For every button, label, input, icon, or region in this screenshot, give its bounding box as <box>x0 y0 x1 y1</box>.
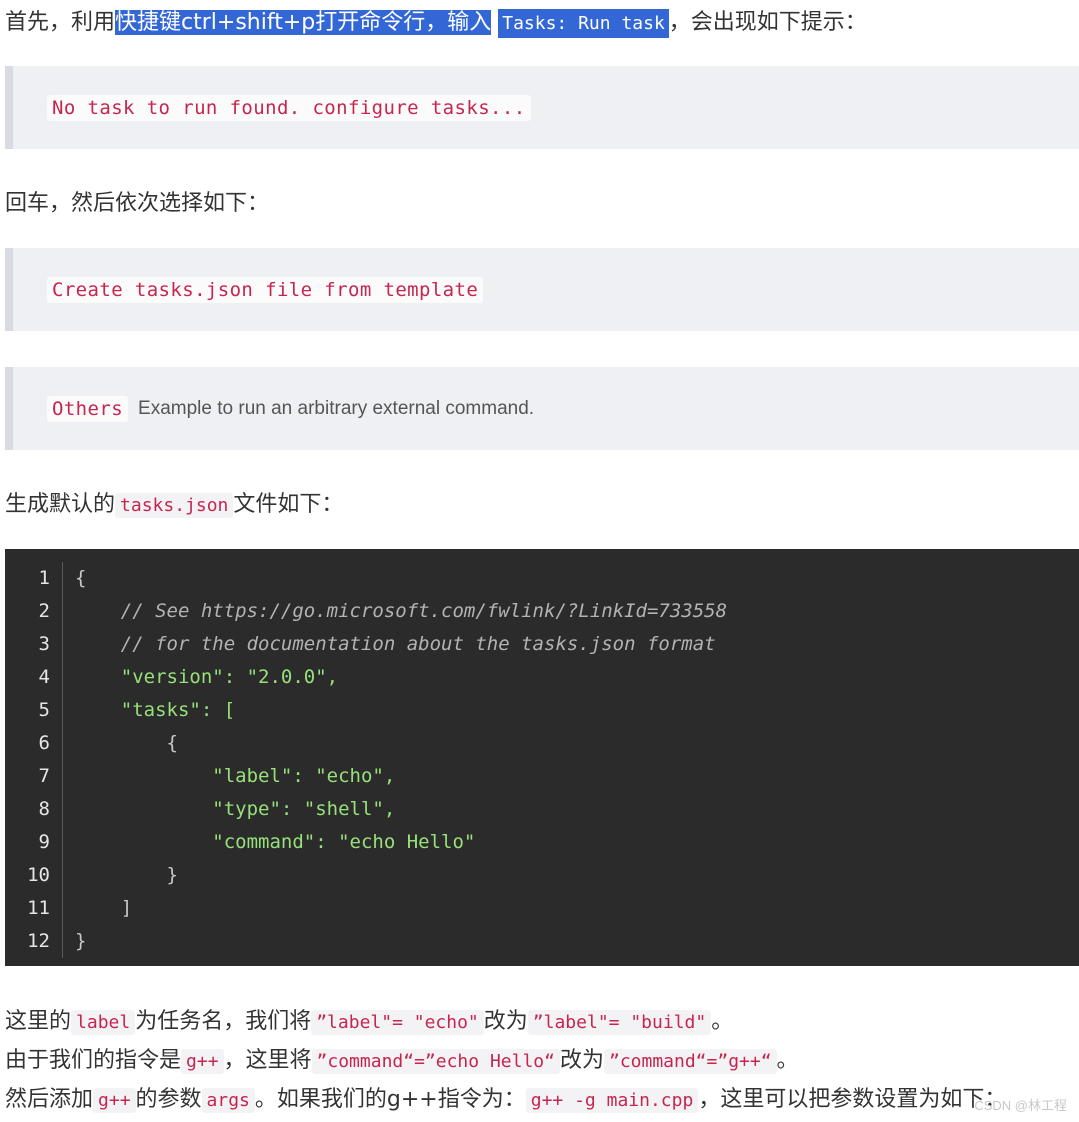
code-line: 11 ] <box>5 892 1079 925</box>
code-text: { <box>75 567 87 589</box>
args-paragraph: 然后添加 g++ 的参数 args 。如果我们的g++指令为： g++ -g main.c… <box>5 1085 1006 1116</box>
code-line: 3 // for the documentation about the tas… <box>5 628 1079 661</box>
code-line: 1{ <box>5 562 1079 595</box>
generated-text-end: 文件如下： <box>233 492 344 517</box>
inline-code-create-tasks: Create tasks.json file from template <box>47 276 484 303</box>
line-number: 5 <box>5 694 63 727</box>
line-number: 3 <box>5 628 63 661</box>
generated-paragraph: 生成默认的 tasks.json 文件如下： <box>5 490 343 521</box>
enter-text: 回车，然后依次选择如下： <box>5 191 270 216</box>
line-number: 12 <box>5 925 63 958</box>
line-number: 1 <box>5 562 63 595</box>
para-text: 的参数 <box>135 1087 202 1112</box>
para-text: 由于我们的指令是 <box>5 1048 182 1073</box>
line-number: 7 <box>5 760 63 793</box>
code-line: 10 } <box>5 859 1079 892</box>
code-text: } <box>75 930 87 952</box>
blockquote-others: Others Example to run an arbitrary exter… <box>5 367 1079 450</box>
line-number: 9 <box>5 826 63 859</box>
inline-code: args <box>201 1088 255 1113</box>
code-line: 5 "tasks": [ <box>5 694 1079 727</box>
para-text: 然后添加 <box>5 1087 94 1112</box>
code-comment: // for the documentation about the tasks… <box>75 633 716 655</box>
code-line: 8 "type": "shell", <box>5 793 1079 826</box>
command-paragraph: 由于我们的指令是 g++ ，这里将 ”command“=”echo Hello“ 改为”… <box>5 1046 799 1077</box>
para-text: 改为 <box>559 1048 604 1073</box>
generated-text: 生成默认的 <box>5 492 116 517</box>
code-text: } <box>75 864 178 886</box>
line-number: 8 <box>5 793 63 826</box>
selected-text: 快捷键ctrl+shift+p打开命令行，输入 <box>115 10 492 35</box>
para-text: 改为 <box>483 1009 528 1034</box>
intro-text-end: ，会出现如下提示： <box>668 10 867 35</box>
inline-code: g++ <box>93 1088 136 1113</box>
line-number: 11 <box>5 892 63 925</box>
inline-code: label <box>71 1010 136 1035</box>
inline-code: ”command“=”g++“ <box>603 1049 777 1074</box>
line-number: 4 <box>5 661 63 694</box>
para-text: ，这里将 <box>223 1048 312 1073</box>
code-line: 2 // See https://go.microsoft.com/fwlink… <box>5 595 1079 628</box>
code-line: 7 "label": "echo", <box>5 760 1079 793</box>
para-text: 。 <box>711 1009 734 1034</box>
line-number: 10 <box>5 859 63 892</box>
code-comment: // See https://go.microsoft.com/fwlink/?… <box>75 600 728 622</box>
para-text: 为任务名，我们将 <box>135 1009 312 1034</box>
code-text: "command": "echo Hello" <box>75 831 476 853</box>
code-text: "type": "shell", <box>75 798 396 820</box>
inline-code-no-task: No task to run found. configure tasks... <box>47 94 531 121</box>
line-number: 6 <box>5 727 63 760</box>
watermark: CSDN @林工程 <box>974 1098 1067 1113</box>
intro-paragraph: 首先，利用快捷键ctrl+shift+p打开命令行，输入 Tasks: Run … <box>5 8 867 39</box>
inline-code: ”command“=”echo Hello“ <box>311 1049 560 1074</box>
code-line: 4 "version": "2.0.0", <box>5 661 1079 694</box>
inline-code: ”label"= "build" <box>527 1010 712 1035</box>
para-text: 这里的 <box>5 1009 72 1034</box>
enter-paragraph: 回车，然后依次选择如下： <box>5 189 269 219</box>
inline-code: g++ -g main.cpp <box>525 1088 699 1113</box>
intro-text: 首先，利用 <box>5 10 116 35</box>
inline-code-others: Others <box>47 395 129 422</box>
para-text: 。 <box>776 1048 799 1073</box>
code-text: "tasks": [ <box>75 699 236 721</box>
line-number: 2 <box>5 595 63 628</box>
para-text: ，这里可以把参数设置为如下： <box>698 1087 1007 1112</box>
inline-code-tasks-json: tasks.json <box>115 493 234 518</box>
code-block: 1{ 2 // See https://go.microsoft.com/fwl… <box>5 549 1079 966</box>
para-text: 。如果我们的g++指令为： <box>254 1087 526 1112</box>
inline-code-run-task: Tasks: Run task <box>498 9 669 38</box>
blockquote-no-task: No task to run found. configure tasks... <box>5 66 1079 149</box>
code-line: 6 { <box>5 727 1079 760</box>
code-line: 12} <box>5 925 1079 958</box>
blockquote-create-tasks: Create tasks.json file from template <box>5 248 1079 331</box>
others-description: Example to run an arbitrary external com… <box>138 397 535 419</box>
code-text: "version": "2.0.0", <box>75 666 339 688</box>
code-line: 9 "command": "echo Hello" <box>5 826 1079 859</box>
label-paragraph: 这里的 label 为任务名，我们将 ”label"= "echo" 改为 ”label"… <box>5 1007 733 1038</box>
inline-code: ”label"= "echo" <box>311 1010 484 1035</box>
code-text: { <box>75 732 178 754</box>
code-text: ] <box>75 897 133 919</box>
inline-code: g++ <box>181 1049 224 1074</box>
code-text: "label": "echo", <box>75 765 396 787</box>
